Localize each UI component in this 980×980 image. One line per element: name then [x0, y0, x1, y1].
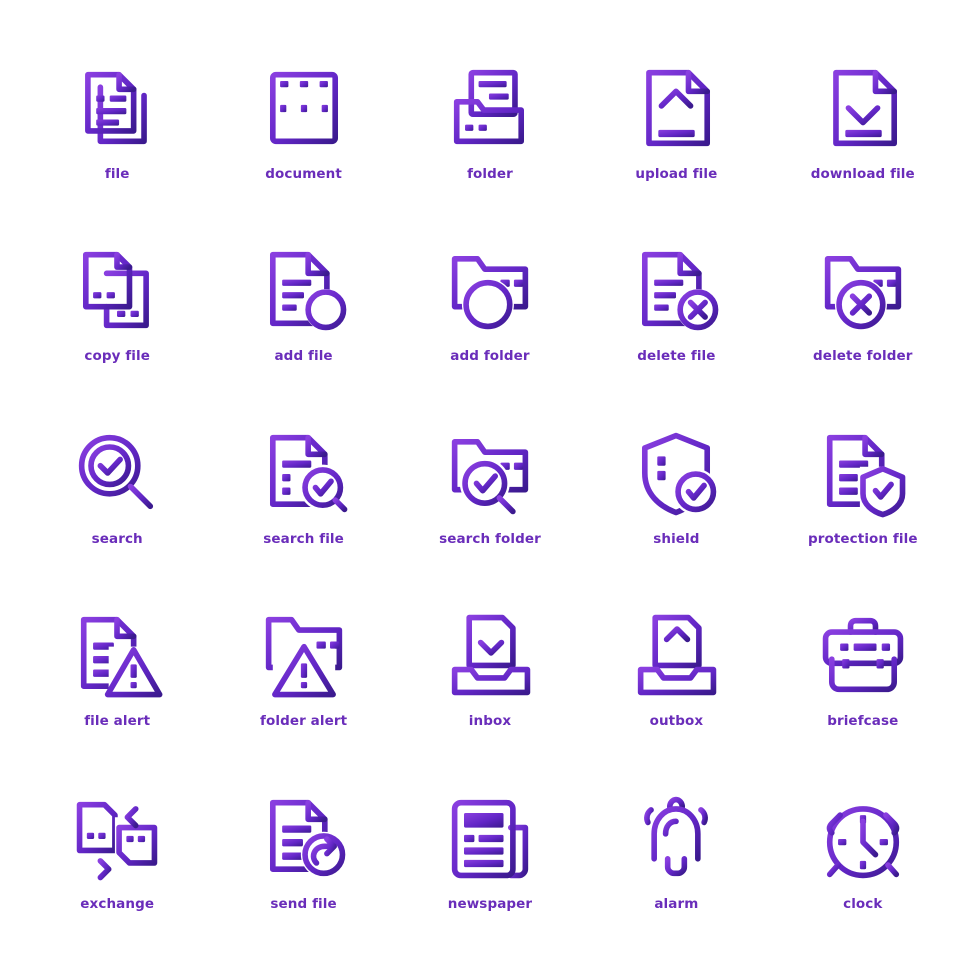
icon-label: add file — [274, 348, 333, 365]
icon-label: document — [265, 166, 342, 182]
icon-label: folder alert — [260, 713, 348, 730]
icon-label: search folder — [439, 530, 541, 547]
icon-cell-exchange[interactable]: exchange — [24, 768, 210, 950]
icon-label: send file — [270, 895, 337, 912]
clock-icon — [811, 786, 915, 890]
icon-cell-newspaper[interactable]: newspaper — [397, 768, 583, 950]
icon-cell-search[interactable]: search — [24, 403, 210, 585]
icon-cell-add-file[interactable]: add file — [210, 220, 396, 402]
icon-label: protection file — [807, 530, 918, 547]
download-file-icon — [811, 56, 915, 160]
icon-cell-folder[interactable]: folder — [397, 38, 583, 220]
icon-label: folder — [467, 166, 513, 182]
icon-label: outbox — [649, 713, 704, 730]
icon-label: shield — [653, 530, 700, 547]
icon-cell-inbox[interactable]: inbox — [397, 585, 583, 767]
icon-cell-clock[interactable]: clock — [770, 768, 956, 950]
icon-cell-briefcase[interactable]: briefcase — [770, 585, 956, 767]
search-icon — [65, 421, 169, 525]
icon-label: file — [104, 166, 130, 182]
alarm-icon — [624, 786, 728, 890]
icon-cell-folder-alert[interactable]: folder alert — [210, 585, 396, 767]
icon-cell-add-folder[interactable]: add folder — [397, 220, 583, 402]
icon-grid: file document folder upload file downloa… — [0, 0, 980, 980]
delete-file-icon — [624, 238, 728, 342]
icon-label: exchange — [80, 895, 155, 912]
add-file-icon — [252, 238, 356, 342]
icon-label: search file — [263, 530, 344, 547]
icon-cell-delete-file[interactable]: delete file — [583, 220, 769, 402]
icon-cell-file-alert[interactable]: file alert — [24, 585, 210, 767]
icon-cell-document[interactable]: document — [210, 38, 396, 220]
search-folder-icon — [438, 421, 542, 525]
document-icon — [252, 56, 356, 160]
icon-cell-outbox[interactable]: outbox — [583, 585, 769, 767]
briefcase-icon — [811, 603, 915, 707]
icon-label: upload file — [635, 166, 718, 182]
protection-file-icon — [811, 421, 915, 525]
icon-cell-upload-file[interactable]: upload file — [583, 38, 769, 220]
send-file-icon — [252, 786, 356, 890]
icon-cell-copy-file[interactable]: copy file — [24, 220, 210, 402]
icon-cell-search-folder[interactable]: search folder — [397, 403, 583, 585]
icon-label: inbox — [468, 713, 512, 730]
exchange-icon — [65, 786, 169, 890]
icon-label: briefcase — [827, 713, 899, 730]
icon-cell-search-file[interactable]: search file — [210, 403, 396, 585]
icon-cell-delete-folder[interactable]: delete folder — [770, 220, 956, 402]
delete-folder-icon — [811, 238, 915, 342]
icon-label: clock — [843, 895, 883, 912]
folder-alert-icon — [252, 603, 356, 707]
shield-icon — [624, 421, 728, 525]
icon-label: alarm — [654, 895, 699, 912]
folder-icon — [438, 56, 542, 160]
icon-label: file alert — [84, 713, 151, 730]
icon-label: search — [91, 530, 143, 547]
file-alert-icon — [65, 603, 169, 707]
icon-label: delete folder — [813, 348, 913, 365]
icon-cell-shield[interactable]: shield — [583, 403, 769, 585]
copy-file-icon — [65, 238, 169, 342]
icon-cell-download-file[interactable]: download file — [770, 38, 956, 220]
icon-label: copy file — [84, 348, 150, 365]
upload-file-icon — [624, 56, 728, 160]
outbox-icon — [624, 603, 728, 707]
icon-cell-file[interactable]: file — [24, 38, 210, 220]
newspaper-icon — [438, 786, 542, 890]
icon-cell-send-file[interactable]: send file — [210, 768, 396, 950]
search-file-icon — [252, 421, 356, 525]
file-icon — [65, 56, 169, 160]
icon-label: download file — [810, 166, 915, 182]
icon-cell-protection-file[interactable]: protection file — [770, 403, 956, 585]
inbox-icon — [438, 603, 542, 707]
icon-label: add folder — [450, 348, 530, 365]
icon-label: newspaper — [447, 895, 533, 912]
icon-cell-alarm[interactable]: alarm — [583, 768, 769, 950]
add-folder-icon — [438, 238, 542, 342]
icon-label: delete file — [637, 348, 716, 365]
